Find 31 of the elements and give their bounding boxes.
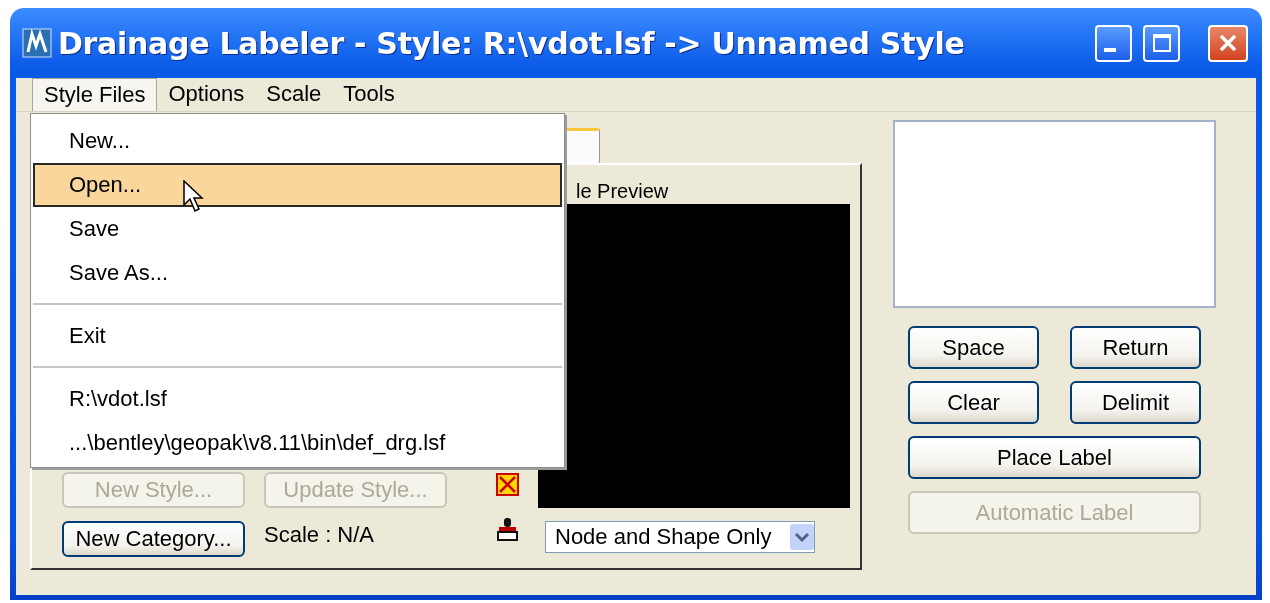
label-button[interactable]: Clear <box>908 381 1039 424</box>
label-button[interactable]: Delimit <box>1070 381 1201 424</box>
menu-item[interactable]: ...\bentley\geopak\v8.11\bin\def_drg.lsf <box>33 421 562 465</box>
window-title: Drainage Labeler - Style: R:\vdot.lsf -> Unnamed Style <box>58 25 966 61</box>
preview-label: le Preview <box>575 180 670 204</box>
app-icon <box>22 28 52 58</box>
menu-item[interactable]: Save <box>33 207 562 251</box>
maximize-button[interactable] <box>1143 24 1180 62</box>
minimize-button[interactable] <box>1095 24 1132 62</box>
menu-item[interactable]: Style Files <box>32 78 158 111</box>
menu-item[interactable]: Exit <box>33 314 562 358</box>
close-button[interactable] <box>1208 24 1248 62</box>
stamp-icon[interactable] <box>495 517 520 542</box>
label-button[interactable]: Return <box>1070 326 1201 369</box>
label-button[interactable]: Place Label <box>908 436 1201 479</box>
delete-icon[interactable] <box>495 472 520 497</box>
menu-item[interactable]: Open... <box>33 163 562 207</box>
minimize-icon <box>1103 48 1116 52</box>
preview-mode-dropdown[interactable]: Node and Shape Only <box>545 520 815 553</box>
close-icon <box>1217 32 1239 54</box>
menu-item[interactable]: Tools <box>332 78 406 111</box>
menu-item[interactable]: New... <box>33 119 562 163</box>
new-category-button[interactable]: New Category... <box>62 521 245 557</box>
menu-item[interactable]: Scale <box>255 78 333 111</box>
menu-item[interactable]: Options <box>157 78 256 111</box>
menu-item[interactable]: Save As... <box>33 251 562 295</box>
scale-label: Scale : N/A <box>264 522 375 548</box>
menu-item[interactable]: R:\vdot.lsf <box>33 377 562 421</box>
label-button[interactable]: Space <box>908 326 1039 369</box>
pointer-cursor-icon <box>183 180 205 214</box>
maximize-icon <box>1151 33 1172 53</box>
